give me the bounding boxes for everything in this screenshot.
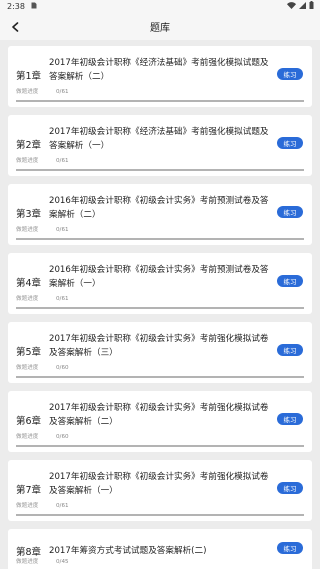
battery-icon (309, 1, 314, 11)
list-item[interactable]: 第4章 2016年初级会计职称《初级会计实务》考前预测试卷及答案解析（一） 练习… (8, 253, 312, 314)
list-item[interactable]: 第2章 2017年初级会计职称《经济法基础》考前强化模拟试题及答案解析（一） 练… (8, 115, 312, 176)
chapter-label: 第6章 (16, 416, 42, 427)
page-title: 题库 (150, 22, 170, 34)
chapter-label: 第4章 (16, 278, 42, 289)
practice-button[interactable]: 练习 (277, 542, 303, 554)
item-title: 2016年初级会计职称《初级会计实务》考前预测试卷及答案解析（一） (49, 265, 269, 289)
progress-value: 0/45 (56, 559, 69, 565)
progress-label: 做题进度 (16, 503, 39, 509)
wifi-icon (287, 1, 296, 11)
progress-label: 做题进度 (16, 158, 39, 164)
list-item[interactable]: 第1章 2017年初级会计职称《经济法基础》考前强化模拟试题及答案解析（二） 练… (8, 46, 312, 107)
progress-label: 做题进度 (16, 434, 39, 440)
progress-value: 0/61 (56, 227, 69, 233)
progress-value: 0/60 (56, 434, 69, 440)
status-right (287, 1, 314, 11)
list-item[interactable]: 第5章 2017年初级会计职称《初级会计实务》考前强化模拟试卷及答案解析（三） … (8, 322, 312, 383)
practice-button[interactable]: 练习 (277, 137, 303, 149)
chapter-label: 第3章 (16, 209, 42, 220)
status-bar: 2:38 (0, 0, 320, 12)
app-header: 题库 (0, 12, 320, 40)
progress-bar (16, 445, 304, 447)
item-title: 2017年初级会计职称《初级会计实务》考前强化模拟试卷及答案解析（一） (49, 472, 269, 496)
progress-label: 做题进度 (16, 227, 39, 233)
progress-value: 0/61 (56, 296, 69, 302)
item-title: 2017年初级会计职称《经济法基础》考前强化模拟试题及答案解析（二） (49, 58, 269, 82)
progress-bar (16, 376, 304, 378)
practice-button[interactable]: 练习 (277, 68, 303, 80)
item-title: 2017年初级会计职称《初级会计实务》考前强化模拟试卷及答案解析（三） (49, 334, 269, 358)
item-title: 2017年初级会计职称《经济法基础》考前强化模拟试题及答案解析（一） (49, 127, 269, 151)
status-time: 2:38 (7, 1, 25, 11)
progress-label: 做题进度 (16, 296, 39, 302)
back-button[interactable] (6, 17, 24, 35)
progress-bar (16, 307, 304, 309)
list-item[interactable]: 第7章 2017年初级会计职称《初级会计实务》考前强化模拟试卷及答案解析（一） … (8, 460, 312, 521)
signal-icon (299, 1, 306, 11)
chapter-label: 第5章 (16, 347, 42, 358)
progress-value: 0/60 (56, 365, 69, 371)
chapter-label: 第8章 (16, 547, 42, 558)
chevron-left-icon (11, 17, 19, 36)
progress-bar (16, 169, 304, 171)
chapter-label: 第2章 (16, 140, 42, 151)
practice-button[interactable]: 练习 (277, 482, 303, 494)
practice-button[interactable]: 练习 (277, 344, 303, 356)
progress-bar (16, 238, 304, 240)
progress-label: 做题进度 (16, 365, 39, 371)
practice-button[interactable]: 练习 (277, 413, 303, 425)
list-item[interactable]: 第3章 2016年初级会计职称《初级会计实务》考前预测试卷及答案解析（二） 练习… (8, 184, 312, 245)
status-left: 2:38 (7, 2, 37, 11)
sim-card-icon (31, 2, 37, 11)
progress-label: 做题进度 (16, 89, 39, 95)
practice-button[interactable]: 练习 (277, 206, 303, 218)
item-title: 2017年筹资方式考试试题及答案解析(二) (49, 546, 207, 556)
chapter-label: 第7章 (16, 485, 42, 496)
progress-value: 0/61 (56, 89, 69, 95)
list-item[interactable]: 第8章 2017年筹资方式考试试题及答案解析(二) 练习 做题进度 0/45 (8, 529, 312, 569)
item-title: 2017年初级会计职称《初级会计实务》考前强化模拟试卷及答案解析（二） (49, 403, 269, 427)
practice-button[interactable]: 练习 (277, 275, 303, 287)
chapter-label: 第1章 (16, 71, 42, 82)
progress-bar (16, 100, 304, 102)
list-item[interactable]: 第6章 2017年初级会计职称《初级会计实务》考前强化模拟试卷及答案解析（二） … (8, 391, 312, 452)
item-title: 2016年初级会计职称《初级会计实务》考前预测试卷及答案解析（二） (49, 196, 269, 220)
chapter-list: 第1章 2017年初级会计职称《经济法基础》考前强化模拟试题及答案解析（二） 练… (0, 40, 320, 569)
progress-label: 做题进度 (16, 559, 39, 565)
progress-value: 0/61 (56, 158, 69, 164)
progress-value: 0/61 (56, 503, 69, 509)
progress-bar (16, 514, 304, 516)
